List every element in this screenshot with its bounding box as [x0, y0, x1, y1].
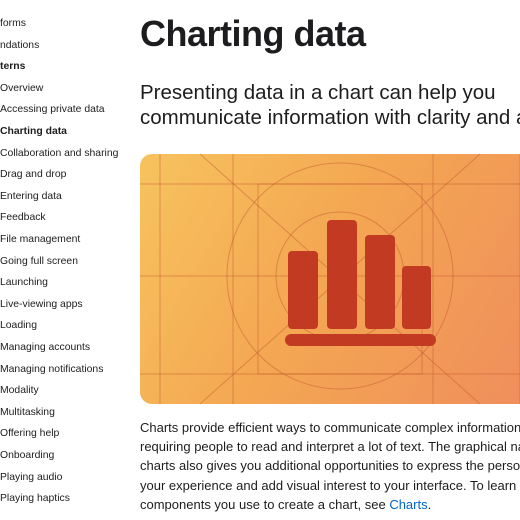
body-line: Charts provide efficient ways to communi…: [140, 420, 520, 435]
sidebar-item[interactable]: Managing accounts: [0, 341, 90, 355]
sidebar-item[interactable]: Playing audio: [0, 471, 62, 485]
body-line: components you use to create a chart, se…: [140, 495, 520, 514]
body-line: requiring people to read and interpret a…: [140, 439, 520, 455]
bar-chart-icon: [140, 154, 520, 404]
lead-line: communicate information with clarity and…: [140, 106, 520, 129]
glyph-bar: [288, 251, 318, 329]
sidebar: forms ndations terns Overview Accessing priv…: [0, 0, 122, 520]
sidebar-item[interactable]: terns: [0, 60, 25, 74]
sidebar-item[interactable]: Managing notifications: [0, 363, 103, 377]
sidebar-item[interactable]: Accessing private data: [0, 103, 105, 117]
sidebar-item[interactable]: File management: [0, 233, 80, 247]
sidebar-item[interactable]: Multitasking: [0, 406, 55, 420]
glyph-bar: [327, 220, 357, 329]
body-line: your experience and add visual interest …: [140, 477, 520, 493]
sidebar-item[interactable]: Offering help: [0, 427, 59, 441]
charts-link[interactable]: Charts: [389, 497, 427, 512]
sidebar-item[interactable]: Overview: [0, 82, 43, 96]
body-paragraph: Charts provide efficient ways to communi…: [140, 418, 520, 514]
sidebar-item[interactable]: Playing haptics: [0, 492, 70, 506]
chart-glyph: [285, 220, 436, 346]
sidebar-item[interactable]: Onboarding: [0, 449, 54, 463]
sidebar-item[interactable]: Live-viewing apps: [0, 298, 83, 312]
hero-image: [140, 154, 520, 404]
glyph-bar: [365, 235, 395, 329]
body-line: charts also gives you additional opportu…: [140, 458, 520, 474]
sidebar-item[interactable]: Entering data: [0, 190, 62, 204]
sidebar-item[interactable]: ndations: [0, 39, 39, 53]
sidebar-item[interactable]: Loading: [0, 319, 37, 333]
main-content: Charting data Presenting data in a chart…: [140, 0, 520, 520]
lead-paragraph: Presenting data in a chart can help you …: [140, 80, 520, 130]
sidebar-item[interactable]: Charting data: [0, 125, 67, 139]
glyph-baseline: [285, 334, 436, 346]
sidebar-item[interactable]: Feedback: [0, 211, 46, 225]
sidebar-item[interactable]: Collaboration and sharing: [0, 147, 118, 161]
sidebar-item[interactable]: Going full screen: [0, 255, 78, 269]
sidebar-item[interactable]: forms: [0, 17, 26, 31]
body-text: components you use to create a chart, se…: [140, 496, 390, 512]
body-text: .: [427, 496, 432, 512]
sidebar-item[interactable]: Launching: [0, 276, 48, 290]
sidebar-item[interactable]: Drag and drop: [0, 168, 66, 182]
lead-line: Presenting data in a chart can help you: [140, 81, 496, 104]
glyph-bar: [402, 266, 431, 329]
page-title: Charting data: [140, 13, 366, 54]
sidebar-item[interactable]: Modality: [0, 384, 39, 398]
